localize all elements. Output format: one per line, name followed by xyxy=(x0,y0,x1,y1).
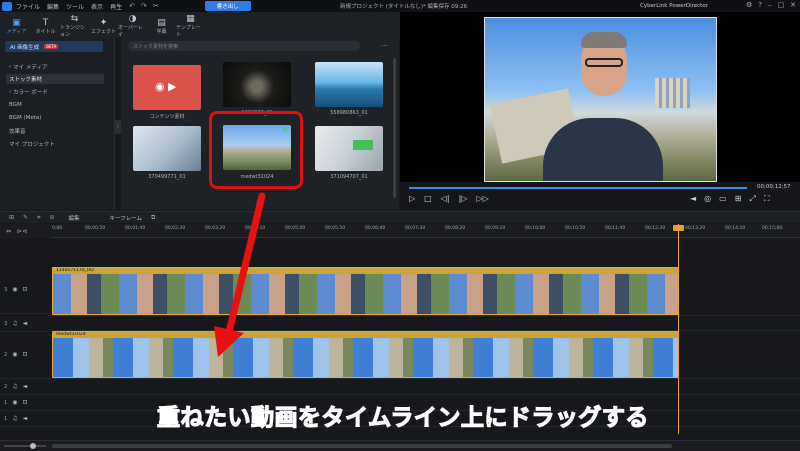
tutorial-caption: 重ねたい動画をタイムライン上にドラッグする xyxy=(156,404,649,431)
drag-arrow-icon xyxy=(214,192,266,357)
zoom-slider[interactable] xyxy=(4,445,46,447)
zoom-slider-knob[interactable] xyxy=(30,443,36,449)
timeline-scrollbar[interactable] xyxy=(52,444,672,448)
timeline-footer xyxy=(0,440,800,451)
powerdirector-window: ファイル 編集 ツール 表示 再生 ↶ ↷ ✂ 書き出し 新規プロジェクト (タ… xyxy=(0,0,800,451)
